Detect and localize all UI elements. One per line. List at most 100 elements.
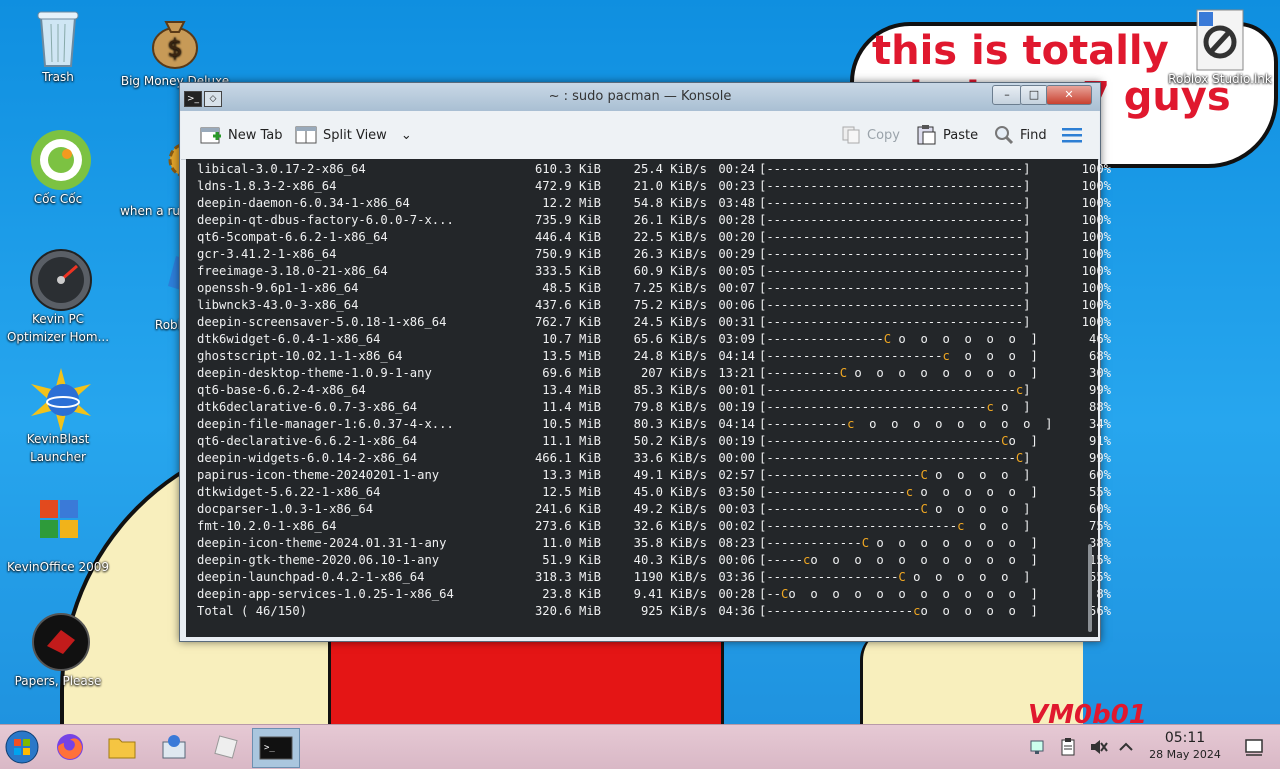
paste-button[interactable]: Paste [915,124,978,146]
download-rate: 33.6 KiB/s [633,451,707,465]
pacman-glyph: C [883,332,892,346]
starburst-globe-icon [29,368,91,432]
notifications-icon[interactable] [1244,737,1264,761]
desktop-icon-roblox-studio[interactable]: Roblox Studio.lnk [1162,8,1278,88]
terminal-line: libical-3.0.17-2-x86_64 610.3 KiB 25.4 KiB… [197,161,1111,178]
package-name: Total ( 46/150) [197,604,308,618]
progress-bar-remaining: o ] [1008,434,1038,448]
progress-bar: [-----------------------------------] [759,280,1069,297]
taskbar-clock[interactable]: 05:11 28 May 2024 [1140,729,1230,763]
copy-button[interactable]: Copy [841,124,900,146]
desktop-icon-coccoc[interactable]: Cốc Cốc [3,128,113,208]
progress-bar-remaining: o o o o ] [927,502,1031,516]
progress-bar: [-----co o o o o o o o o o ] [759,552,1069,569]
desktop-icon-kevinblast[interactable]: KevinBlast Launcher [3,368,113,466]
download-percent: 100% [1081,162,1111,176]
taskbar-konsole[interactable]: >_ [252,728,300,768]
maximize-button[interactable]: □ [1020,85,1048,105]
minimize-button[interactable]: – [992,85,1022,105]
progress-bar-remaining: ] [1023,451,1031,465]
progress-bar-remaining: o o o o o ] [920,604,1038,618]
download-percent: 100% [1081,281,1111,295]
progress-bar-text: [-----------------------------------] [759,196,1031,210]
volume-muted-icon[interactable] [1088,737,1108,761]
download-rate: 925 KiB/s [640,604,707,618]
window-titlebar[interactable]: >_ ◇ ~ : sudo pacman — Konsole – □ ✕ [180,83,1100,111]
download-eta: 00:00 [718,451,755,465]
taskbar-roblox[interactable] [206,728,246,766]
download-percent: 99% [1088,451,1111,465]
download-rate: 35.8 KiB/s [633,536,707,550]
download-rate: 75.2 KiB/s [633,298,707,312]
start-button[interactable] [2,728,42,766]
terminal-line: libwnck3-43.0-3-x86_64 437.6 KiB 75.2 KiB/… [197,297,1111,314]
progress-bar-filled: [-- [759,587,782,601]
link-shortcut-icon [1191,8,1249,71]
package-size: 51.9 KiB [542,553,601,567]
split-view-label: Split View [323,127,387,143]
package-name: deepin-app-services-1.0.25-1-x86_64 [197,587,454,601]
close-button[interactable]: ✕ [1046,85,1092,105]
download-eta: 00:07 [718,281,755,295]
clock-date: 28 May 2024 [1149,748,1221,761]
progress-bar: [------------------------------c o ] [759,399,1069,416]
download-eta: 00:31 [718,315,755,329]
download-rate: 26.3 KiB/s [633,247,707,261]
progress-bar: [---------------------C o o o o ] [759,467,1069,484]
download-eta: 00:29 [718,247,755,261]
progress-bar-remaining: o o o ] [949,349,1038,363]
progress-bar: [-----------------------------------] [759,314,1069,331]
terminal-line: fmt-10.2.0-1-x86_64 273.6 KiB 32.6 KiB/s 00… [197,518,1111,535]
desktop-icon-papers-please[interactable]: Papers, Please [3,610,113,690]
desktop-icon-kevin-optimizer[interactable]: Kevin PC Optimizer Hom... [3,248,113,346]
terminal-scrollbar[interactable] [1088,544,1092,632]
desktop-icon-trash[interactable]: Trash [3,6,113,86]
taskbar-software-center[interactable] [154,728,194,766]
taskbar-firefox[interactable] [50,728,90,766]
pacman-glyph: C [898,570,906,584]
terminal-line: gcr-3.41.2-1-x86_64 750.9 KiB 26.3 KiB/s 00… [197,246,1111,263]
download-rate: 24.8 KiB/s [633,349,707,363]
package-size: 23.8 KiB [542,587,601,601]
desktop-icon-label: Papers, Please [14,674,102,688]
download-eta: 00:02 [718,519,755,533]
progress-bar-filled: [------------------- [759,485,906,499]
download-eta: 00:06 [718,553,755,567]
download-percent: 99% [1088,383,1111,397]
tray-expand-icon[interactable] [1118,737,1134,761]
progress-bar: [---------------------C o o o o ] [759,501,1069,518]
progress-bar: [----------C o o o o o o o o ] [759,365,1069,382]
package-size: 12.2 MiB [542,196,601,210]
desktop-icon-big-money[interactable]: $ Big Money Deluxe [120,10,230,90]
download-eta: 03:09 [718,332,755,346]
progress-bar-filled: [---------------- [759,332,884,346]
package-size: 13.3 MiB [542,468,601,482]
konsole-window[interactable]: >_ ◇ ~ : sudo pacman — Konsole – □ ✕ New … [179,82,1111,642]
start-orb-icon [5,730,39,764]
download-rate: 50.2 KiB/s [633,434,707,448]
taskbar: >_ 05:11 28 May 2024 [0,724,1280,769]
terminal-output[interactable]: libical-3.0.17-2-x86_64 610.3 KiB 25.4 KiB… [186,159,1111,637]
hamburger-menu-button[interactable] [1062,124,1082,146]
progress-bar-remaining: o o o o o o o o o o ] [810,553,1038,567]
desktop-icon-kevinoffice[interactable]: KevinOffice 2009 [3,496,113,576]
progress-bar-text: [-----------------------------------] [759,230,1031,244]
package-size: 750.9 KiB [534,247,601,261]
download-rate: 1190 KiB/s [633,570,707,584]
network-tray-icon[interactable] [1028,737,1048,761]
progress-bar: [--------------------co o o o o ] [759,603,1069,620]
download-percent: 100% [1081,247,1111,261]
download-rate: 49.2 KiB/s [633,502,707,516]
new-tab-button[interactable]: New Tab [200,124,283,146]
clipboard-tray-icon[interactable] [1058,737,1078,761]
split-view-icon [295,126,317,144]
package-name: deepin-file-manager-1:6.0.37-4-x... [197,417,454,431]
download-percent: 60% [1088,502,1111,516]
split-view-button[interactable]: Split View ⌄ [295,124,412,146]
taskbar-file-manager[interactable] [102,728,142,766]
progress-bar: [-----------------------------------] [759,297,1069,314]
package-size: 13.5 MiB [542,349,601,363]
download-percent: 100% [1081,179,1111,193]
chevron-down-icon[interactable]: ⌄ [401,128,412,143]
find-button[interactable]: Find [994,124,1047,146]
